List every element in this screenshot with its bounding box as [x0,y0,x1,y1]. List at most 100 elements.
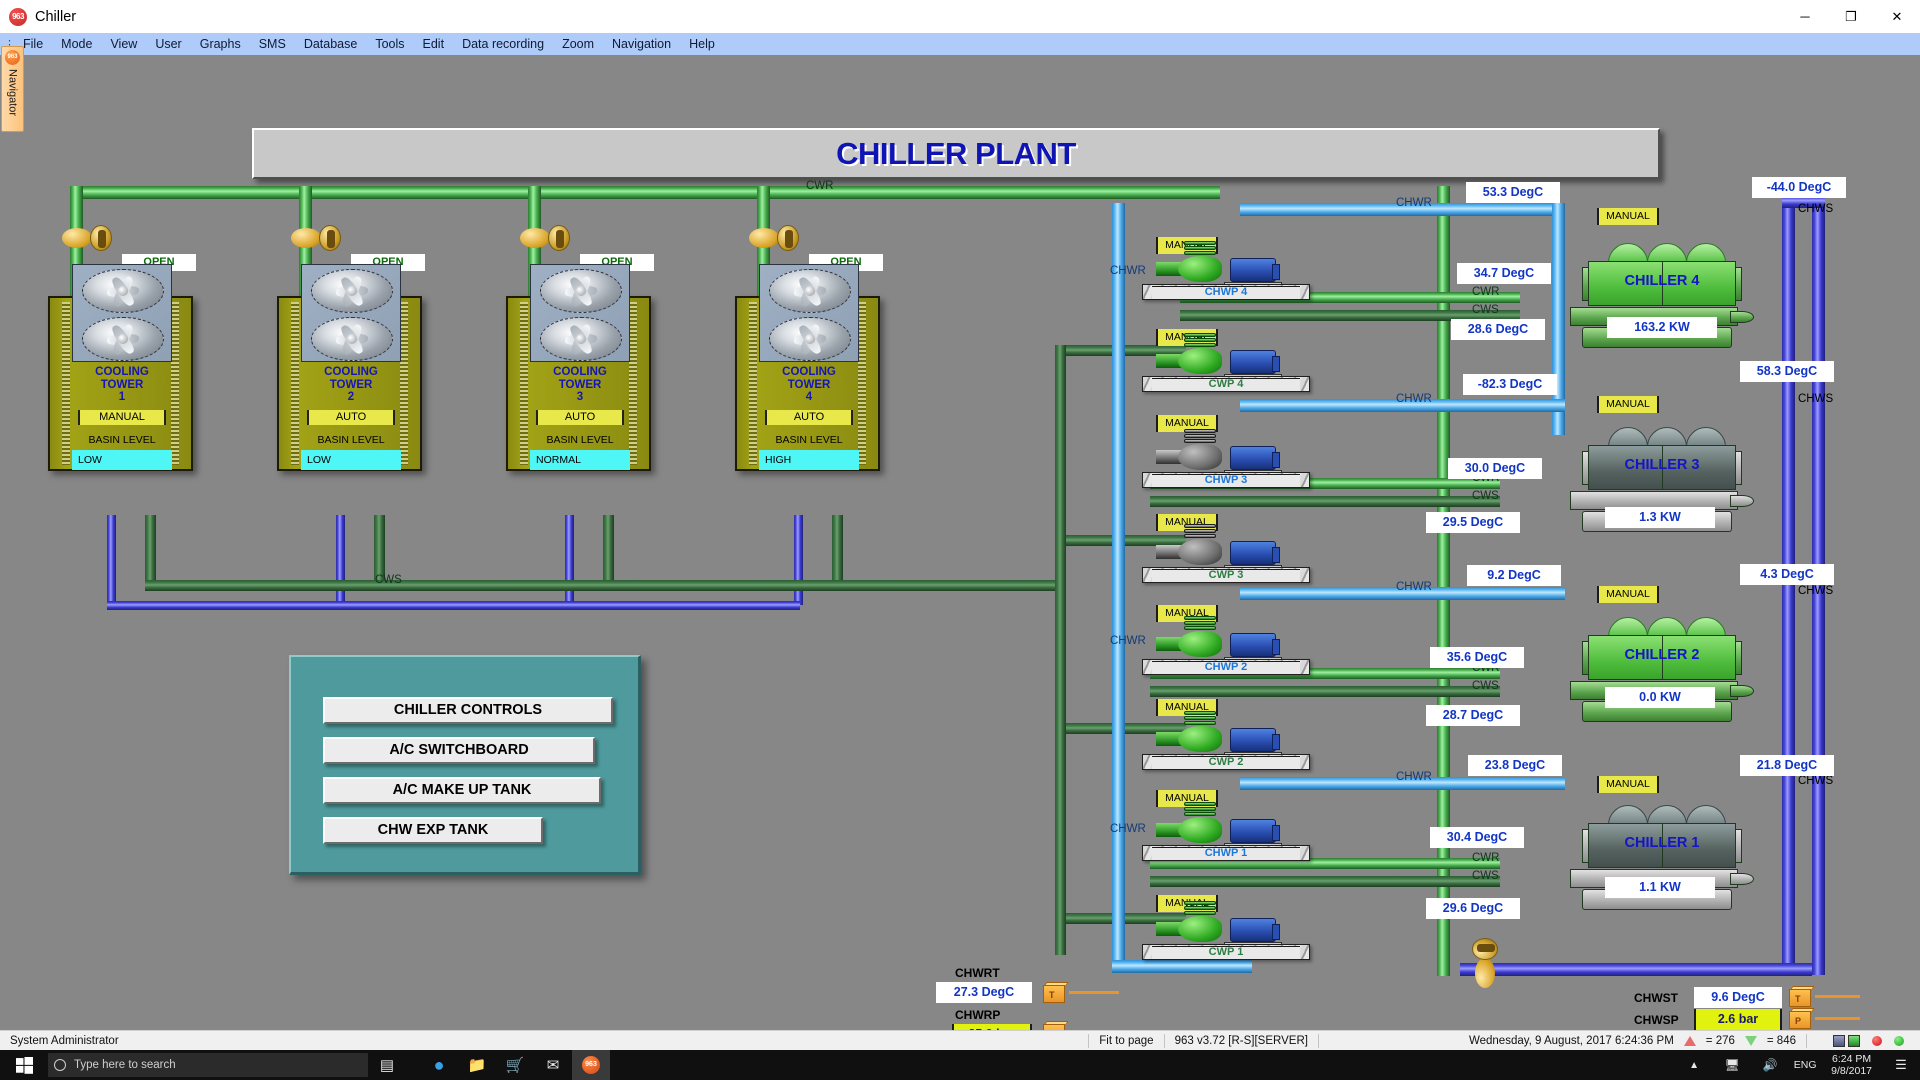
page-title: CHILLER PLANT [836,135,1076,171]
pipe-label-chwr-2: CHWR [1396,581,1432,593]
cooling-tower-1-mode[interactable]: MANUAL [78,410,166,425]
cooling-tower-4-valve[interactable] [749,225,799,251]
cooling-tower-2-basin-value: LOW [301,450,401,470]
status-bar: System Administrator Fit to page 963 v3.… [0,1030,1920,1050]
network-icon[interactable]: 🖥 [1713,1050,1751,1080]
chwrt-signal-line [1069,991,1119,994]
pump-chwp-3[interactable]: CHWP 3 [1142,428,1310,488]
cooling-tower-4[interactable]: COOLING TOWER 4 AUTO BASIN LEVEL HIGH [735,264,880,471]
menu-item-mode[interactable]: Mode [52,35,101,53]
status-fit-to-page: Fit to page [1099,1034,1154,1047]
volume-icon[interactable]: 🔊 [1751,1050,1789,1080]
server-status-icons[interactable] [1833,1034,1860,1047]
chiller-controls-button[interactable]: CHILLER CONTROLS [323,697,613,724]
taskbar-clock[interactable]: 6:24 PM 9/8/2017 [1821,1053,1882,1077]
louvre-right-icon [629,302,637,465]
search-icon [54,1059,66,1071]
alarm-high-icon [1683,1035,1696,1046]
chiller-1-mode[interactable]: MANUAL [1597,776,1659,793]
pump-chwp-4-tag: CHWP 4 [1204,286,1248,298]
cooling-tower-1[interactable]: COOLING TOWER 1 MANUAL BASIN LEVEL LOW [48,264,193,471]
cooling-tower-2-mode[interactable]: AUTO [307,410,395,425]
pump-cwp-4-tag: CWP 4 [1208,378,1244,390]
menu-item-graphs[interactable]: Graphs [191,35,250,53]
valve-handwheel-icon [90,225,112,251]
cooling-tower-4-basin-value: HIGH [759,450,859,470]
chiller-1-chwr-temp: 30.4 DegC [1430,827,1524,848]
cwr-out-temp-4: 53.3 DegC [1466,182,1560,203]
pump-chwp-4[interactable]: CHWP 4 [1142,240,1310,300]
menu-item-user[interactable]: User [146,35,190,53]
cooling-tower-3-mode[interactable]: AUTO [536,410,624,425]
cooling-tower-2-valve[interactable] [291,225,341,251]
task-view-icon[interactable]: ▤ [368,1050,406,1080]
chiller-nozzle-icon [1730,495,1754,507]
cooling-tower-4-mode[interactable]: AUTO [765,410,853,425]
chw-exp-tank-button[interactable]: CHW EXP TANK [323,817,543,844]
ct-number: 1 [118,391,126,403]
pipe-cws-riser-3 [565,515,574,605]
navigator-badge-icon: 963 [5,50,20,65]
chiller-2-mode[interactable]: MANUAL [1597,586,1659,603]
cooling-tower-4-fan-panel [759,264,859,362]
start-button-icon[interactable] [0,1050,48,1080]
ac-makeup-tank-button[interactable]: A/C MAKE UP TANK [323,777,601,804]
chws-main-valve[interactable] [1472,938,1498,988]
store-icon[interactable]: 🛒 [496,1050,534,1080]
fan-icon-bottom [82,317,164,361]
pipe-cws-header-violet [107,601,800,610]
file-explorer-icon[interactable]: 📁 [458,1050,496,1080]
chiller-app-icon[interactable]: 963 [572,1050,610,1080]
chiller-2-unit[interactable]: CHILLER 2 [1570,617,1754,727]
menu-item-view[interactable]: View [101,35,146,53]
ct-name-line1: COOLING [324,366,378,378]
menu-item-help[interactable]: Help [680,35,724,53]
menu-item-tools[interactable]: Tools [366,35,413,53]
menu-item-navigation[interactable]: Navigation [603,35,680,53]
chiller-endcap-right-icon [1735,829,1742,863]
minimize-button[interactable]: ─ [1782,0,1828,33]
server-icon-2 [1848,1034,1860,1047]
close-button[interactable]: ✕ [1874,0,1920,33]
chiller-4-mode[interactable]: MANUAL [1597,208,1659,225]
navigator-tab[interactable]: 963 Navigator [1,46,24,132]
cooling-tower-3[interactable]: COOLING TOWER 3 AUTO BASIN LEVEL NORMAL [506,264,651,471]
cooling-tower-2[interactable]: COOLING TOWER 2 AUTO BASIN LEVEL LOW [277,264,422,471]
pump-motor-icon [1230,258,1280,282]
pump-chwp-2[interactable]: CHWP 2 [1142,615,1310,675]
menu-item-sms[interactable]: SMS [250,35,295,53]
cooling-tower-1-valve[interactable] [62,225,112,251]
pump-cwp-4[interactable]: CWP 4 [1142,332,1310,392]
mail-icon[interactable]: ✉ [534,1050,572,1080]
pipe-label-chwr-3: CHWR [1396,393,1432,405]
menu-item-zoom[interactable]: Zoom [553,35,603,53]
cooling-tower-2-basin-label: BASIN LEVEL [317,434,385,446]
pump-chwp-3-tag: CHWP 3 [1204,474,1248,486]
edge-browser-icon[interactable]: ● [420,1050,458,1080]
ac-switchboard-button[interactable]: A/C SWITCHBOARD [323,737,595,764]
alarm-led-red [1872,1035,1882,1046]
pump-chwp-1[interactable]: CHWP 1 [1142,801,1310,861]
app-icon: 963 [9,7,27,26]
menu-item-database[interactable]: Database [295,35,367,53]
pump-cwp-2[interactable]: CWP 2 [1142,710,1310,770]
menu-item-edit[interactable]: Edit [414,35,454,53]
pipe-label-cws-bottom: CWS [375,574,402,586]
maximize-button[interactable]: ❐ [1828,0,1874,33]
chwst-label: CHWST [1634,991,1678,1005]
chiller-3-chwr-temp: 30.0 DegC [1448,458,1542,479]
show-hidden-icons-chevron-icon[interactable]: ▲ [1675,1050,1713,1080]
cooling-tower-3-valve[interactable] [520,225,570,251]
cooling-tower-4-basin-label: BASIN LEVEL [775,434,843,446]
menu-item-data-recording[interactable]: Data recording [453,35,553,53]
pump-cwp-1[interactable]: CWP 1 [1142,900,1310,960]
action-center-icon[interactable]: ☰ [1882,1050,1920,1080]
pump-casing-icon [1178,726,1222,752]
chiller-1-unit[interactable]: CHILLER 1 [1570,805,1754,915]
language-indicator[interactable]: ENG [1789,1050,1821,1080]
pump-cwp-3[interactable]: CWP 3 [1142,523,1310,583]
taskbar-search-input[interactable]: Type here to search [48,1053,368,1077]
chiller-4-label: CHILLER 4 [1624,273,1700,289]
cooling-tower-1-name: COOLING TOWER 1 [74,366,170,404]
chiller-3-mode[interactable]: MANUAL [1597,396,1659,413]
